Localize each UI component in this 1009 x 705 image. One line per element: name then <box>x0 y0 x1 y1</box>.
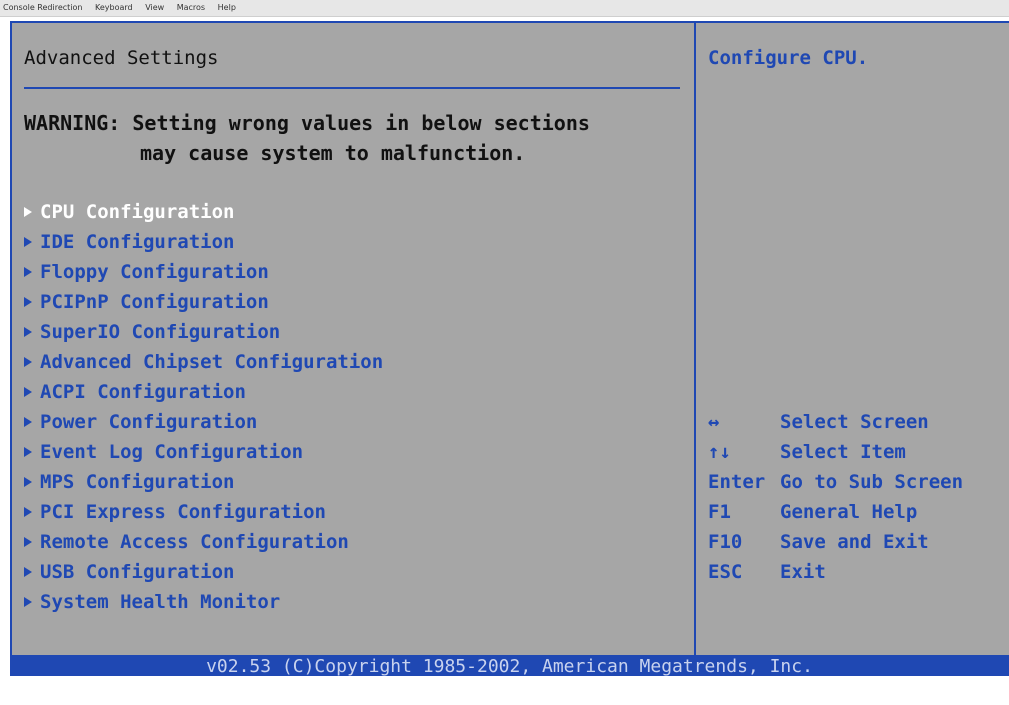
key-action: Select Item <box>780 441 906 463</box>
submenu-arrow-icon <box>24 477 32 487</box>
submenu-arrow-icon <box>24 447 32 457</box>
menu-item-event-log-configuration[interactable]: Event Log Configuration <box>24 437 383 467</box>
menu-console-redirection[interactable]: Console Redirection <box>0 0 89 16</box>
menu-item-remote-access-configuration[interactable]: Remote Access Configuration <box>24 527 383 557</box>
submenu-arrow-icon <box>24 207 32 217</box>
submenu-arrow-icon <box>24 327 32 337</box>
menu-item-label: PCIPnP Configuration <box>40 291 269 313</box>
key-name: F10 <box>708 531 743 553</box>
key-legend-row: ESC Exit <box>708 557 963 587</box>
title-divider <box>24 87 680 89</box>
submenu-arrow-icon <box>24 507 32 517</box>
menu-item-label: Floppy Configuration <box>40 261 269 283</box>
menu-item-pcipnp-configuration[interactable]: PCIPnP Configuration <box>24 287 383 317</box>
key-name: ESC <box>708 561 743 583</box>
submenu-arrow-icon <box>24 387 32 397</box>
left-right-arrows-icon: ↔ <box>708 411 720 433</box>
key-action: Select Screen <box>780 411 929 433</box>
submenu-arrow-icon <box>24 597 32 607</box>
menu-item-label: CPU Configuration <box>40 201 235 223</box>
key-action: Exit <box>780 561 826 583</box>
submenu-arrow-icon <box>24 357 32 367</box>
menu-item-label: System Health Monitor <box>40 591 281 613</box>
menu-view[interactable]: View <box>142 0 171 16</box>
menu-item-label: ACPI Configuration <box>40 381 246 403</box>
key-name: Enter <box>708 471 766 493</box>
submenu-arrow-icon <box>24 237 32 247</box>
menu-macros[interactable]: Macros <box>174 0 212 16</box>
menu-item-label: Remote Access Configuration <box>40 531 349 553</box>
menu-item-acpi-configuration[interactable]: ACPI Configuration <box>24 377 383 407</box>
menu-item-label: Power Configuration <box>40 411 258 433</box>
warning-line-2: may cause system to malfunction. <box>140 141 526 165</box>
menu-item-label: MPS Configuration <box>40 471 235 493</box>
key-name: F1 <box>708 501 731 523</box>
warning-line-1: WARNING: Setting wrong values in below s… <box>24 111 590 135</box>
menu-item-advanced-chipset-configuration[interactable]: Advanced Chipset Configuration <box>24 347 383 377</box>
key-legend-row: ↔ Select Screen <box>708 407 963 437</box>
key-legend-row: Enter Go to Sub Screen <box>708 467 963 497</box>
copyright-footer: v02.53 (C)Copyright 1985-2002, American … <box>10 657 1009 676</box>
page-title: Advanced Settings <box>24 47 219 69</box>
menu-item-system-health-monitor[interactable]: System Health Monitor <box>24 587 383 617</box>
key-action: General Help <box>780 501 918 523</box>
key-action: Go to Sub Screen <box>780 471 964 493</box>
menu-item-cpu-configuration[interactable]: CPU Configuration <box>24 197 383 227</box>
menu-item-floppy-configuration[interactable]: Floppy Configuration <box>24 257 383 287</box>
menu-keyboard[interactable]: Keyboard <box>92 0 140 16</box>
menu-help[interactable]: Help <box>215 0 243 16</box>
menu-item-ide-configuration[interactable]: IDE Configuration <box>24 227 383 257</box>
submenu-arrow-icon <box>24 267 32 277</box>
submenu-arrow-icon <box>24 417 32 427</box>
up-down-arrows-icon: ↑↓ <box>708 441 731 463</box>
menu-item-usb-configuration[interactable]: USB Configuration <box>24 557 383 587</box>
submenu-arrow-icon <box>24 567 32 577</box>
submenu-arrow-icon <box>24 297 32 307</box>
key-action: Save and Exit <box>780 531 929 553</box>
advanced-menu-list: CPU Configuration IDE Configuration Flop… <box>24 197 383 617</box>
bios-screen: Advanced Settings WARNING: Setting wrong… <box>10 21 1009 676</box>
menu-item-label: USB Configuration <box>40 561 235 583</box>
menu-item-mps-configuration[interactable]: MPS Configuration <box>24 467 383 497</box>
key-legend: ↔ Select Screen ↑↓ Select Item Enter Go to … <box>708 407 963 587</box>
key-legend-row: F1 General Help <box>708 497 963 527</box>
key-legend-row: F10 Save and Exit <box>708 527 963 557</box>
menu-item-label: PCI Express Configuration <box>40 501 326 523</box>
menu-item-superio-configuration[interactable]: SuperIO Configuration <box>24 317 383 347</box>
console-menubar: Console Redirection Keyboard View Macros… <box>0 0 1009 17</box>
key-legend-row: ↑↓ Select Item <box>708 437 963 467</box>
menu-item-label: Advanced Chipset Configuration <box>40 351 384 373</box>
menu-item-label: Event Log Configuration <box>40 441 304 463</box>
menu-item-label: IDE Configuration <box>40 231 235 253</box>
menu-item-power-configuration[interactable]: Power Configuration <box>24 407 383 437</box>
submenu-arrow-icon <box>24 537 32 547</box>
help-description: Configure CPU. <box>708 47 869 69</box>
menu-item-pci-express-configuration[interactable]: PCI Express Configuration <box>24 497 383 527</box>
menu-item-label: SuperIO Configuration <box>40 321 281 343</box>
